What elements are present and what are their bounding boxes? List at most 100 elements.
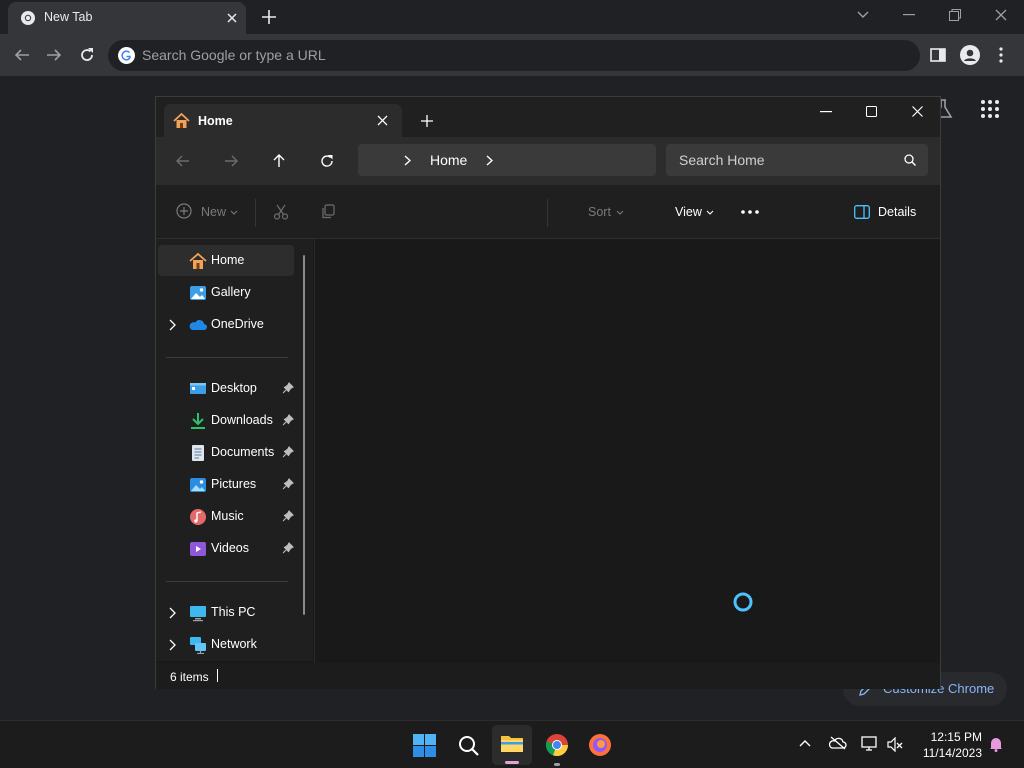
sidebar-item-label: Pictures (211, 477, 257, 491)
search-icon[interactable] (458, 735, 480, 757)
sidebar-item-label: Music (211, 509, 244, 523)
close-window-icon[interactable] (912, 106, 923, 117)
restore-icon[interactable] (949, 9, 961, 21)
pin-icon[interactable] (282, 446, 294, 458)
sidebar-item-downloads[interactable]: Downloads (158, 405, 294, 436)
download-arrow-icon (191, 413, 205, 429)
taskbar-chrome[interactable] (540, 725, 576, 766)
forward-arrow-icon[interactable] (46, 47, 62, 63)
search-input[interactable]: Search Home (666, 144, 928, 176)
new-tab-plus-icon[interactable] (421, 115, 433, 127)
notification-bell-icon[interactable] (989, 736, 1003, 752)
windows-start-icon[interactable] (413, 734, 436, 757)
sidebar-item-this-pc[interactable]: This PC (158, 597, 294, 628)
chrome-tab-title: New Tab (44, 10, 93, 24)
close-tab-icon[interactable] (226, 12, 238, 24)
view-label: View (675, 205, 702, 219)
sidebar-item-documents[interactable]: Documents (158, 437, 294, 468)
maximize-icon[interactable] (866, 106, 877, 117)
show-hidden-icons-chevron-icon[interactable] (799, 739, 811, 747)
view-button[interactable]: View (670, 199, 718, 225)
chrome-tab-new-tab[interactable]: New Tab (8, 2, 246, 34)
google-g-icon (118, 47, 135, 64)
pin-icon[interactable] (282, 382, 294, 394)
tab-search-chevron-icon[interactable] (857, 10, 869, 20)
sidebar-item-label: Downloads (211, 413, 273, 427)
breadcrumb-chevron-icon[interactable] (486, 155, 493, 166)
up-arrow-icon[interactable] (272, 154, 286, 168)
more-options-icon[interactable] (741, 210, 759, 214)
search-icon (904, 154, 916, 166)
explorer-tab-home[interactable]: Home (164, 104, 402, 137)
sidebar-item-label: Videos (211, 541, 249, 555)
details-button[interactable]: Details (850, 199, 920, 225)
sidebar-item-videos[interactable]: Videos (158, 533, 294, 564)
add-circle-icon (176, 203, 192, 219)
this-pc-icon (190, 606, 206, 622)
running-app-indicator (554, 763, 560, 766)
minimize-icon[interactable] (820, 111, 832, 113)
pin-icon[interactable] (282, 478, 294, 490)
sidebar-item-gallery[interactable]: Gallery (158, 277, 294, 308)
close-window-icon[interactable] (995, 9, 1007, 21)
clock-time: 12:15 PM (930, 730, 982, 744)
chevron-right-icon[interactable] (168, 319, 178, 331)
clock[interactable]: 12:15 PM 11/14/2023 (910, 725, 988, 765)
firefox-logo-icon[interactable] (588, 733, 612, 757)
chrome-menu-kebab-icon[interactable] (999, 47, 1003, 63)
back-arrow-icon[interactable] (14, 47, 30, 63)
network-monitor-icon[interactable] (861, 736, 879, 751)
chrome-logo-icon (545, 734, 569, 757)
cut-scissors-icon[interactable] (273, 204, 289, 220)
sidebar-item-network[interactable]: Network (158, 629, 294, 660)
sidebar-scrollbar[interactable] (303, 255, 305, 615)
pin-icon[interactable] (282, 510, 294, 522)
sidebar-item-onedrive[interactable]: OneDrive (158, 309, 294, 340)
copy-icon[interactable] (321, 204, 336, 219)
sidebar-divider (166, 581, 288, 582)
breadcrumb-chevron-icon[interactable] (404, 155, 411, 166)
new-tab-plus-icon[interactable] (262, 10, 276, 24)
address-bar[interactable]: Home (358, 144, 656, 176)
sidebar-item-music[interactable]: Music (158, 501, 294, 532)
minimize-icon[interactable] (903, 14, 915, 16)
chrome-tab-strip: New Tab (0, 0, 1024, 34)
side-panel-icon[interactable] (930, 47, 946, 63)
reload-icon[interactable] (79, 47, 95, 63)
refresh-icon[interactable] (320, 154, 334, 168)
clock-date: 11/14/2023 (922, 746, 982, 760)
sidebar-item-label: Gallery (211, 285, 251, 299)
google-apps-grid-icon[interactable] (981, 100, 999, 118)
sidebar-item-desktop[interactable]: Desktop (158, 373, 294, 404)
onedrive-offline-icon[interactable] (829, 736, 847, 750)
pin-icon[interactable] (282, 542, 294, 554)
new-button[interactable]: New (174, 199, 242, 225)
document-icon (192, 445, 204, 461)
sidebar-item-pictures[interactable]: Pictures (158, 469, 294, 500)
search-placeholder: Search Home (679, 152, 765, 168)
chevron-down-icon (616, 210, 624, 215)
taskbar-file-explorer[interactable] (492, 725, 532, 765)
close-tab-icon[interactable] (377, 115, 388, 126)
profile-avatar-icon[interactable] (960, 45, 980, 65)
omnibox-placeholder: Search Google or type a URL (142, 47, 326, 63)
music-icon (190, 509, 206, 525)
sidebar-item-home[interactable]: Home (158, 245, 294, 276)
item-count: 6 items (170, 670, 209, 684)
pin-icon[interactable] (282, 414, 294, 426)
sidebar-item-label: This PC (211, 605, 256, 619)
explorer-title-bar: Home (156, 97, 940, 137)
omnibox[interactable]: Search Google or type a URL (108, 40, 920, 71)
command-divider (255, 199, 256, 227)
sort-button[interactable]: Sort (584, 199, 628, 225)
chevron-right-icon[interactable] (168, 607, 178, 619)
back-arrow-icon[interactable] (176, 154, 190, 168)
volume-muted-icon[interactable] (886, 737, 904, 752)
chevron-right-icon[interactable] (168, 639, 178, 651)
sort-label: Sort (588, 205, 611, 219)
network-icon (190, 637, 206, 654)
home-icon (189, 252, 207, 269)
file-list-area[interactable] (314, 239, 940, 663)
forward-arrow-icon[interactable] (224, 154, 238, 168)
breadcrumb-home[interactable]: Home (430, 152, 467, 168)
